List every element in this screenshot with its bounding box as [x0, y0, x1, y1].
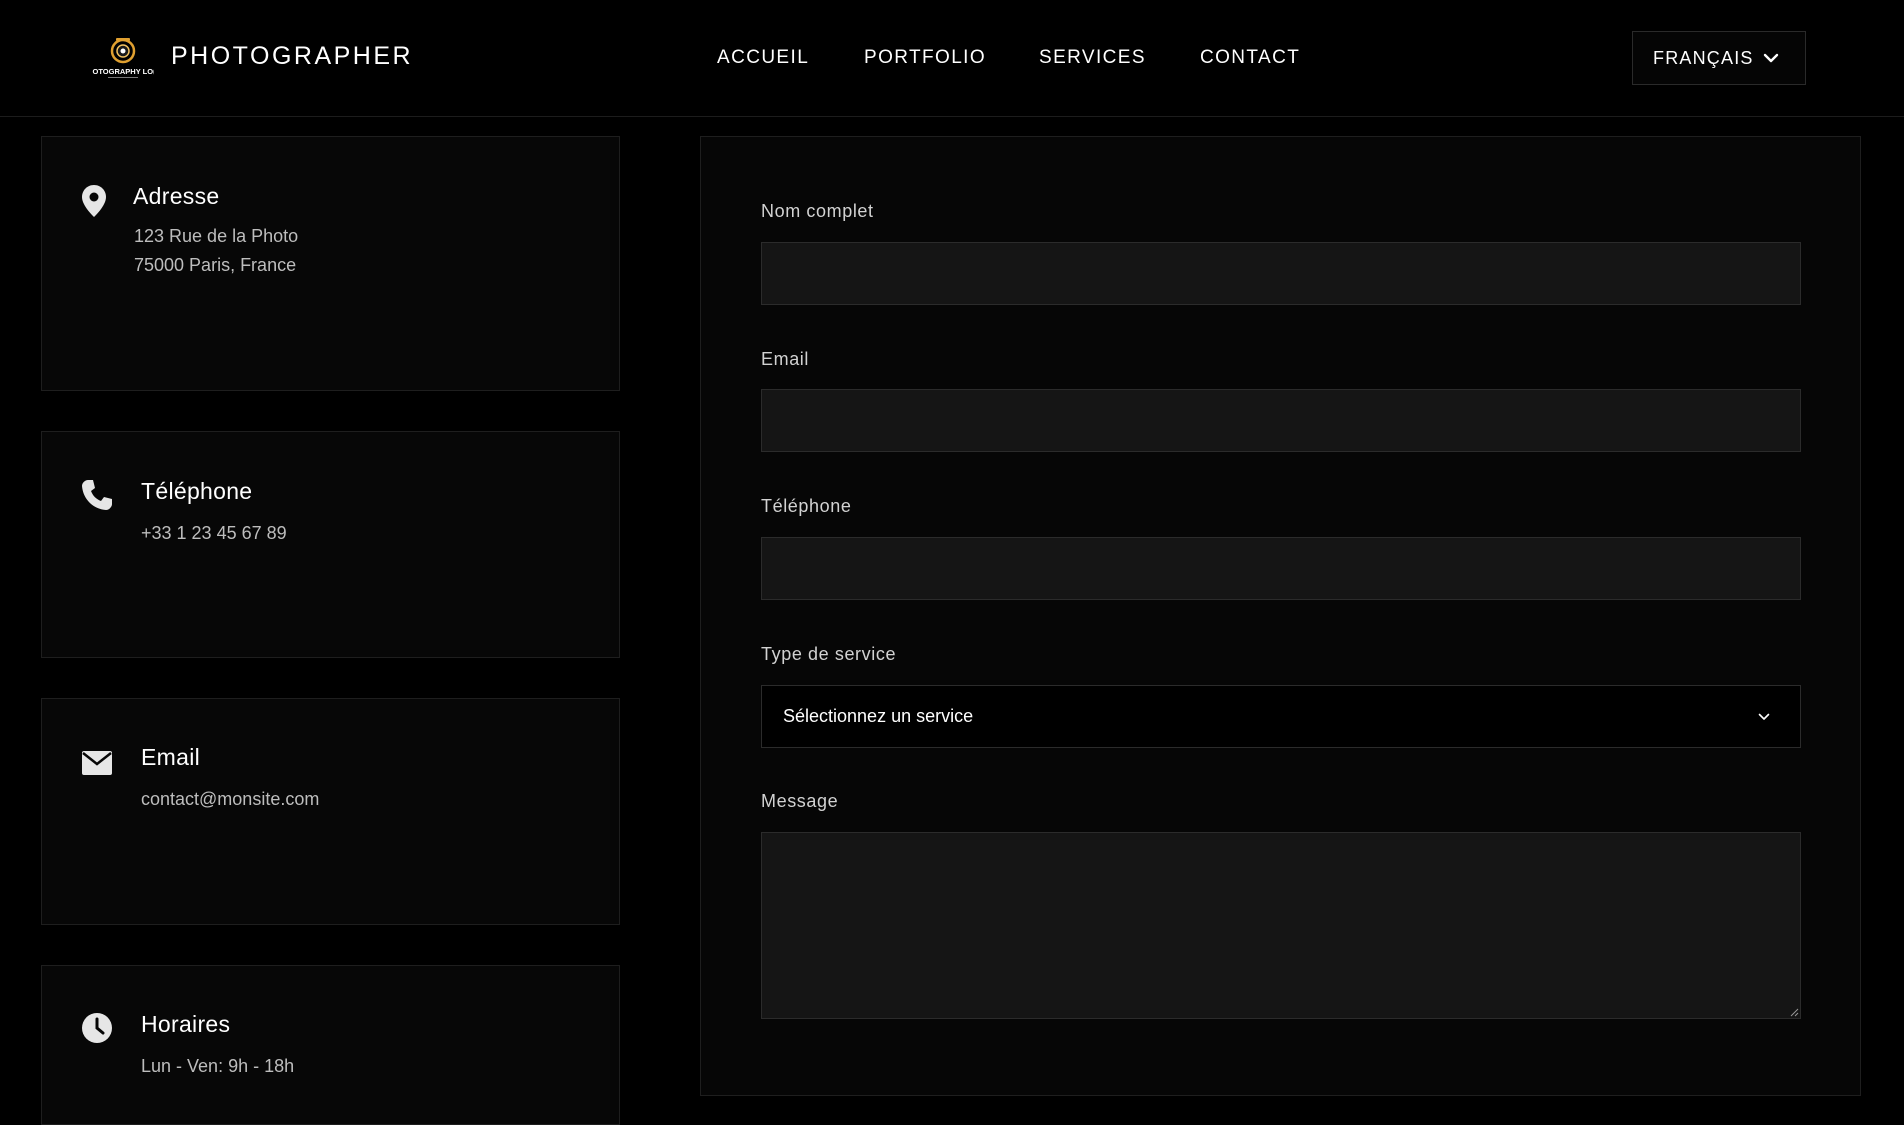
card-title: Adresse [133, 183, 220, 209]
card-line: +33 1 23 45 67 89 [141, 523, 287, 543]
card-title: Horaires [141, 1011, 231, 1037]
chevron-down-icon [1758, 713, 1770, 720]
email-input[interactable] [761, 389, 1801, 452]
phone-input[interactable] [761, 537, 1801, 600]
card-line: contact@monsite.com [141, 789, 320, 809]
clock-icon [82, 1013, 112, 1043]
card-title: Téléphone [141, 478, 253, 504]
phone-icon [82, 480, 112, 510]
language-selector[interactable]: FRANÇAIS [1632, 31, 1806, 85]
message-textarea[interactable] [761, 832, 1801, 1019]
service-type-value: Sélectionnez un service [783, 706, 974, 726]
nav-contact[interactable]: CONTACT [1200, 47, 1300, 69]
card-title: Email [141, 744, 201, 770]
message-wrapper [701, 832, 1862, 1019]
service-type-label: Type de service [761, 644, 897, 664]
phone-label: Téléphone [761, 496, 852, 516]
info-card-email: Email contact@monsite.com [41, 698, 620, 925]
card-line: 75000 Paris, France [134, 255, 297, 275]
envelope-icon [82, 751, 112, 775]
service-type-select[interactable]: Sélectionnez un service [761, 685, 1801, 748]
camera-logo-icon: IOTOGRAPHY LO( [90, 38, 156, 78]
contact-form: Nom complet Email Téléphone Type de serv… [700, 136, 1861, 1096]
name-input[interactable] [761, 242, 1801, 305]
info-card-hours: Horaires Lun - Ven: 9h - 18h [41, 965, 620, 1125]
language-label: FRANÇAIS [1653, 47, 1754, 68]
card-line: Lun - Ven: 9h - 18h [141, 1056, 295, 1076]
message-label: Message [761, 791, 839, 811]
svg-text:IOTOGRAPHY LO(: IOTOGRAPHY LO( [92, 67, 154, 76]
brand-name[interactable]: PHOTOGRAPHER [171, 42, 413, 71]
nav-services[interactable]: SERVICES [1039, 47, 1146, 69]
resize-grip-icon[interactable] [1789, 1007, 1799, 1017]
brand-logo[interactable]: IOTOGRAPHY LO( [90, 34, 156, 80]
site-header: IOTOGRAPHY LO( PHOTOGRAPHER ACCUEIL PORT… [0, 0, 1904, 117]
location-pin-icon [82, 185, 106, 217]
email-label: Email [761, 349, 810, 369]
card-line: 123 Rue de la Photo [134, 226, 299, 246]
chevron-down-icon [1763, 53, 1779, 63]
nav-portfolio[interactable]: PORTFOLIO [864, 47, 986, 69]
name-label: Nom complet [761, 201, 874, 221]
info-card-phone: Téléphone +33 1 23 45 67 89 [41, 431, 620, 658]
nav-accueil[interactable]: ACCUEIL [717, 47, 809, 69]
info-card-address: Adresse 123 Rue de la Photo 75000 Paris,… [41, 136, 620, 391]
